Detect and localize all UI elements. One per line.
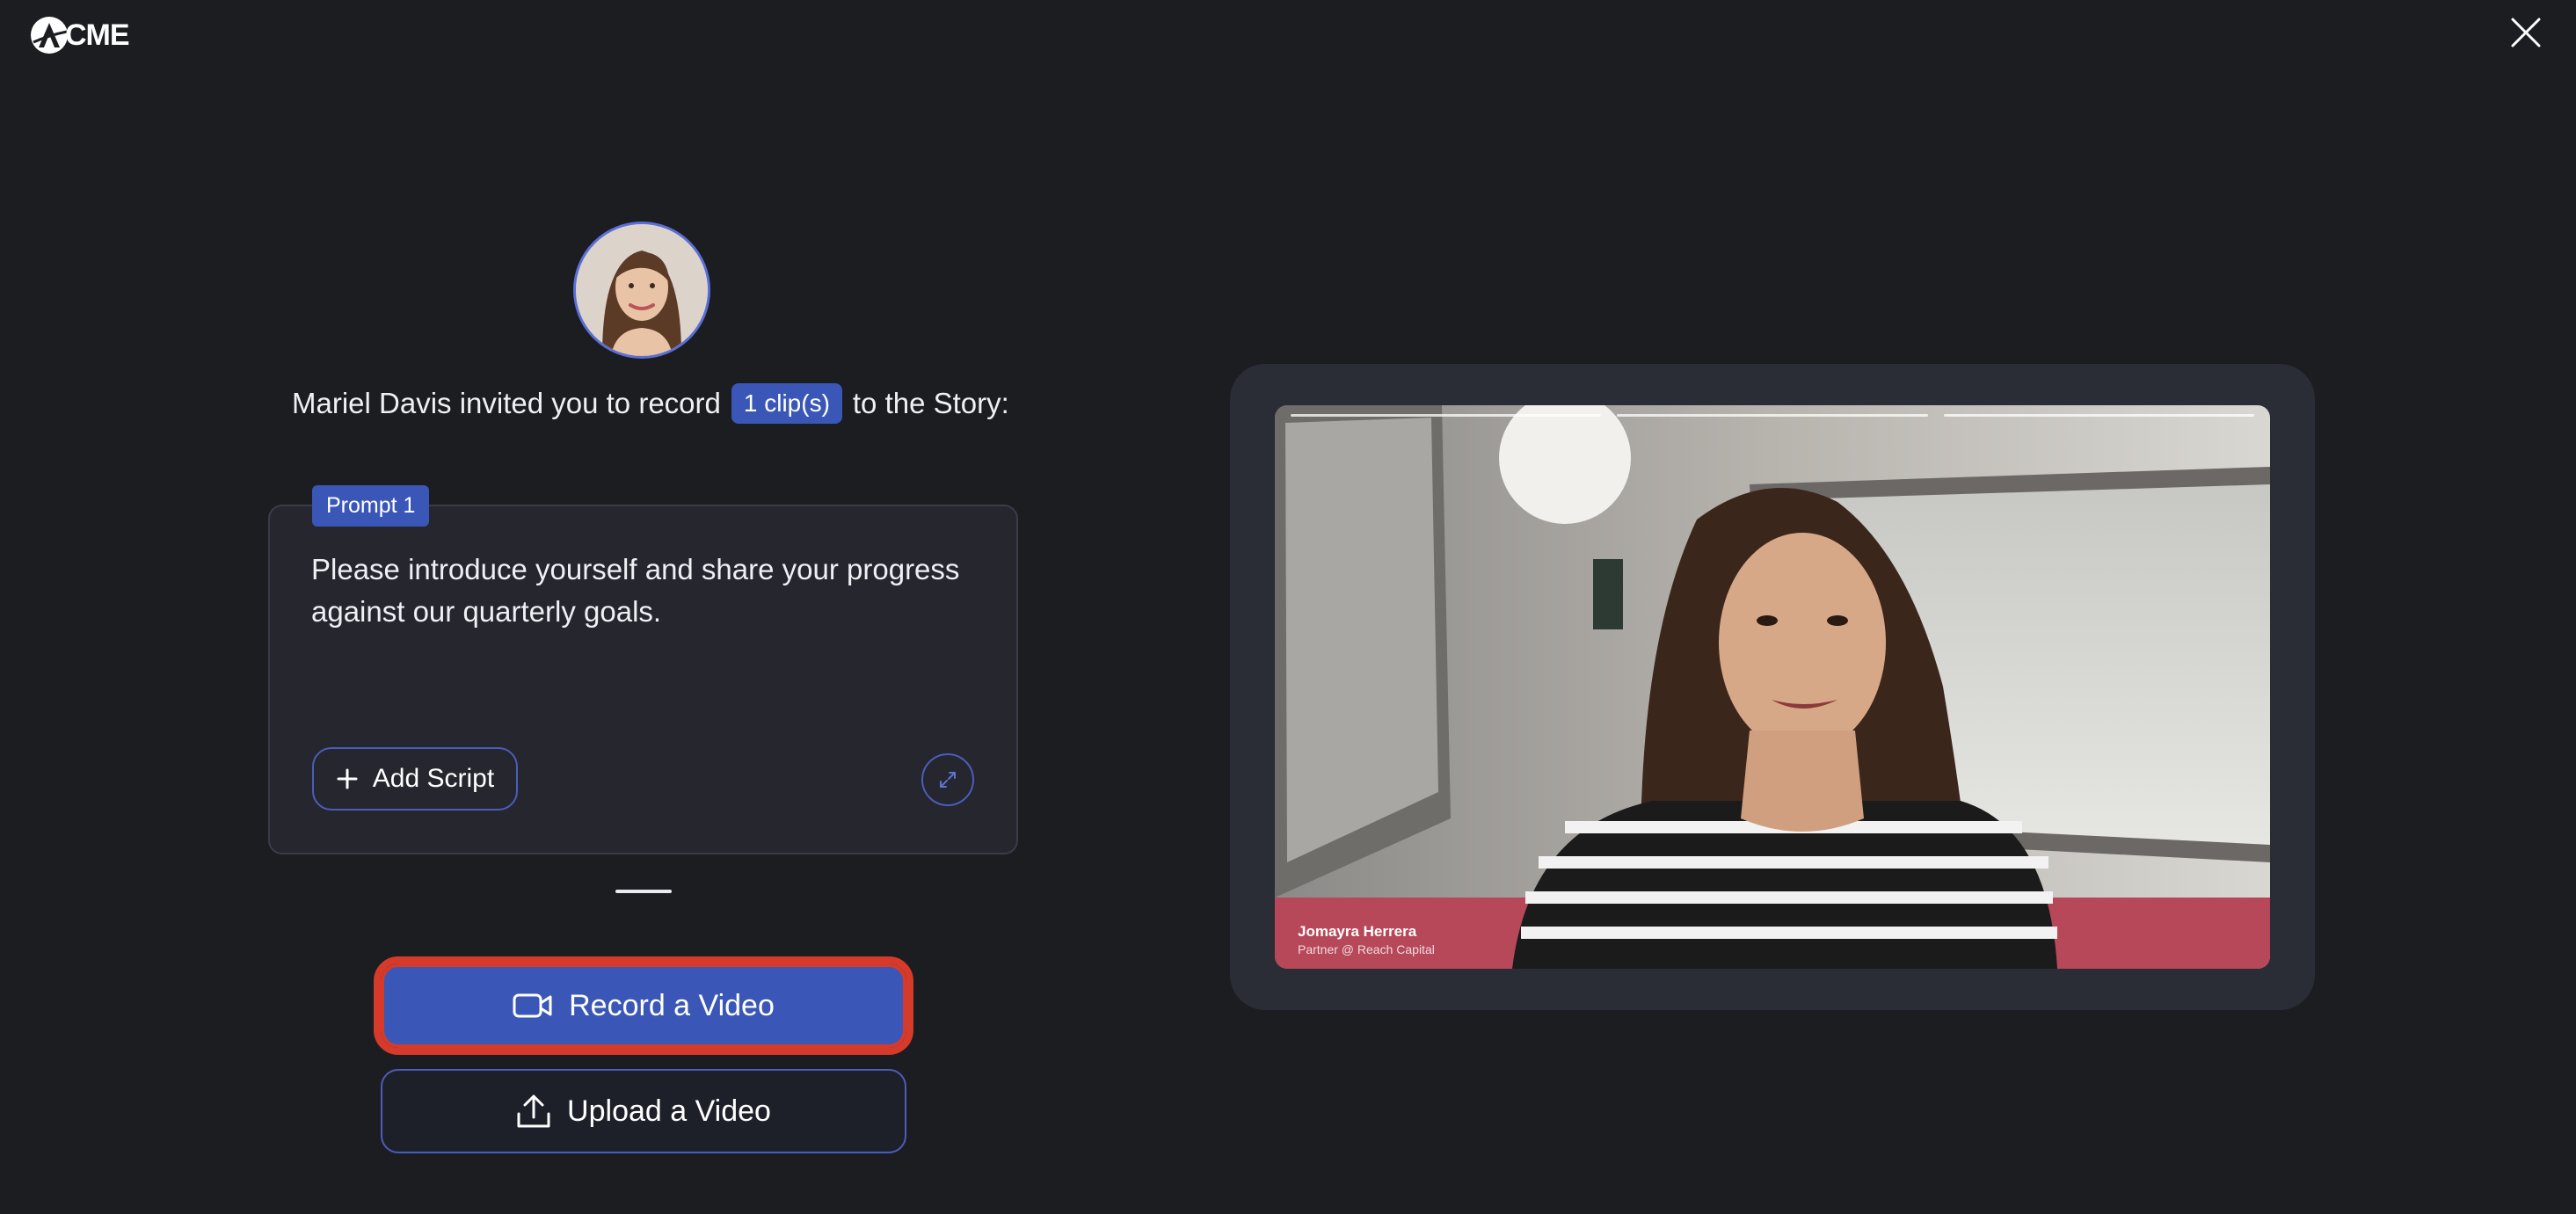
- logo-text: CME: [65, 18, 130, 52]
- invite-text: Mariel Davis invited you to record: [292, 387, 721, 419]
- example-video-preview[interactable]: Jomayra Herrera Partner @ Reach Capital: [1275, 405, 2270, 969]
- prompt-tag: Prompt 1: [312, 485, 430, 527]
- upload-video-label: Upload a Video: [567, 1094, 771, 1128]
- add-script-label: Add Script: [372, 764, 495, 793]
- avatar-portrait: [576, 224, 708, 356]
- video-camera-icon: [513, 993, 552, 1018]
- record-invite-page: CME Mariel Davis invited you to record 1…: [0, 0, 2576, 1214]
- add-script-button[interactable]: Add Script: [312, 747, 518, 811]
- story-progress-bars: [1291, 414, 2254, 417]
- close-icon: [2511, 18, 2541, 47]
- expand-prompt-button[interactable]: [921, 753, 974, 806]
- invite-suffix: to the Story:: [852, 387, 1009, 419]
- speaker-caption: Jomayra Herrera Partner @ Reach Capital: [1298, 923, 1435, 956]
- prompt-text: Please introduce yourself and share your…: [311, 553, 960, 628]
- record-video-button[interactable]: Record a Video: [374, 956, 913, 1055]
- invite-message: Mariel Davis invited you to record 1 cli…: [292, 383, 1009, 424]
- video-frame-image: [1275, 405, 2270, 969]
- prompt-pager-indicator: [615, 890, 672, 893]
- clip-count-badge: 1 clip(s): [731, 383, 842, 424]
- progress-segment: [1943, 414, 2254, 417]
- speaker-name: Jomayra Herrera: [1298, 923, 1417, 940]
- inviter-avatar: [573, 222, 710, 359]
- progress-segment: [1291, 414, 1602, 417]
- acme-logo: CME: [30, 14, 130, 56]
- record-video-label: Record a Video: [569, 988, 775, 1022]
- speaker-role: Partner @ Reach Capital: [1298, 942, 1435, 956]
- acme-logo-icon: [31, 17, 68, 54]
- plus-icon: [337, 768, 358, 789]
- progress-segment: [1617, 414, 1928, 417]
- close-button[interactable]: [2507, 14, 2544, 51]
- expand-icon: [940, 772, 956, 788]
- upload-video-button[interactable]: Upload a Video: [381, 1069, 906, 1153]
- upload-icon: [517, 1094, 550, 1128]
